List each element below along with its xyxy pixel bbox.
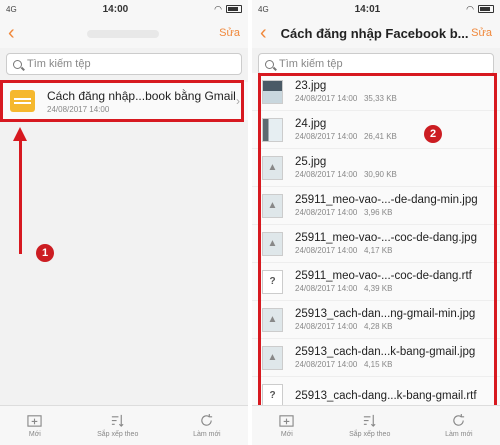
refresh-button[interactable]: Làm mới xyxy=(193,413,221,438)
search-placeholder: Tìm kiếm tệp xyxy=(27,58,91,70)
battery-icon xyxy=(477,5,494,13)
bottom-toolbar: Mới Sắp xếp theo Làm mới xyxy=(252,405,500,445)
battery-icon xyxy=(225,5,242,13)
blurred-title xyxy=(86,29,159,38)
step-badge-1: 1 xyxy=(36,244,54,262)
search-placeholder: Tìm kiếm tệp xyxy=(279,58,343,70)
page-title xyxy=(26,26,219,41)
refresh-button[interactable]: Làm mới xyxy=(445,413,473,438)
highlight-box xyxy=(258,73,497,411)
back-button[interactable]: ‹ xyxy=(260,23,278,43)
highlight-box xyxy=(0,80,244,122)
title-bar: ‹ Cách đăng nhập Facebook b... Sửa xyxy=(252,18,500,48)
sort-icon xyxy=(112,414,124,427)
new-folder-button[interactable]: Mới xyxy=(27,413,42,438)
edit-button[interactable]: Sửa xyxy=(219,27,240,39)
title-bar: ‹ Sửa xyxy=(0,18,248,48)
sort-icon xyxy=(364,414,376,427)
status-bar: 4G 14:00 ◠ xyxy=(0,0,248,18)
search-icon xyxy=(265,59,274,69)
arrow-shaft xyxy=(19,140,22,254)
clock: 14:00 xyxy=(102,3,129,15)
page-title: Cách đăng nhập Facebook b... xyxy=(280,25,469,41)
search-input[interactable]: Tìm kiếm tệp xyxy=(258,53,494,75)
right-screen: 4G 14:01 ◠ ‹ Cách đăng nhập Facebook b..… xyxy=(252,0,500,445)
refresh-icon xyxy=(201,413,213,426)
search-icon xyxy=(13,59,22,69)
search-input[interactable]: Tìm kiếm tệp xyxy=(6,53,242,75)
clock: 14:01 xyxy=(354,3,381,15)
back-button[interactable]: ‹ xyxy=(8,23,26,43)
signal-indicator: 4G xyxy=(6,4,17,14)
left-screen: 4G 14:00 ◠ ‹ Sửa Tìm kiếm tệp Cách đăng … xyxy=(0,0,248,445)
new-folder-icon xyxy=(27,415,42,427)
new-folder-icon xyxy=(279,415,294,427)
status-bar: 4G 14:01 ◠ xyxy=(252,0,500,18)
edit-button[interactable]: Sửa xyxy=(471,27,492,39)
sort-button[interactable]: Sắp xếp theo xyxy=(97,413,138,438)
bottom-toolbar: Mới Sắp xếp theo Làm mới xyxy=(0,405,248,445)
signal-indicator: 4G xyxy=(258,4,269,14)
refresh-icon xyxy=(453,413,465,426)
wifi-icon: ◠ xyxy=(466,3,474,14)
sort-button[interactable]: Sắp xếp theo xyxy=(349,413,390,438)
step-badge-2: 2 xyxy=(424,125,442,143)
new-folder-button[interactable]: Mới xyxy=(279,413,294,438)
arrow-up-icon xyxy=(13,127,27,141)
wifi-icon: ◠ xyxy=(214,3,222,14)
